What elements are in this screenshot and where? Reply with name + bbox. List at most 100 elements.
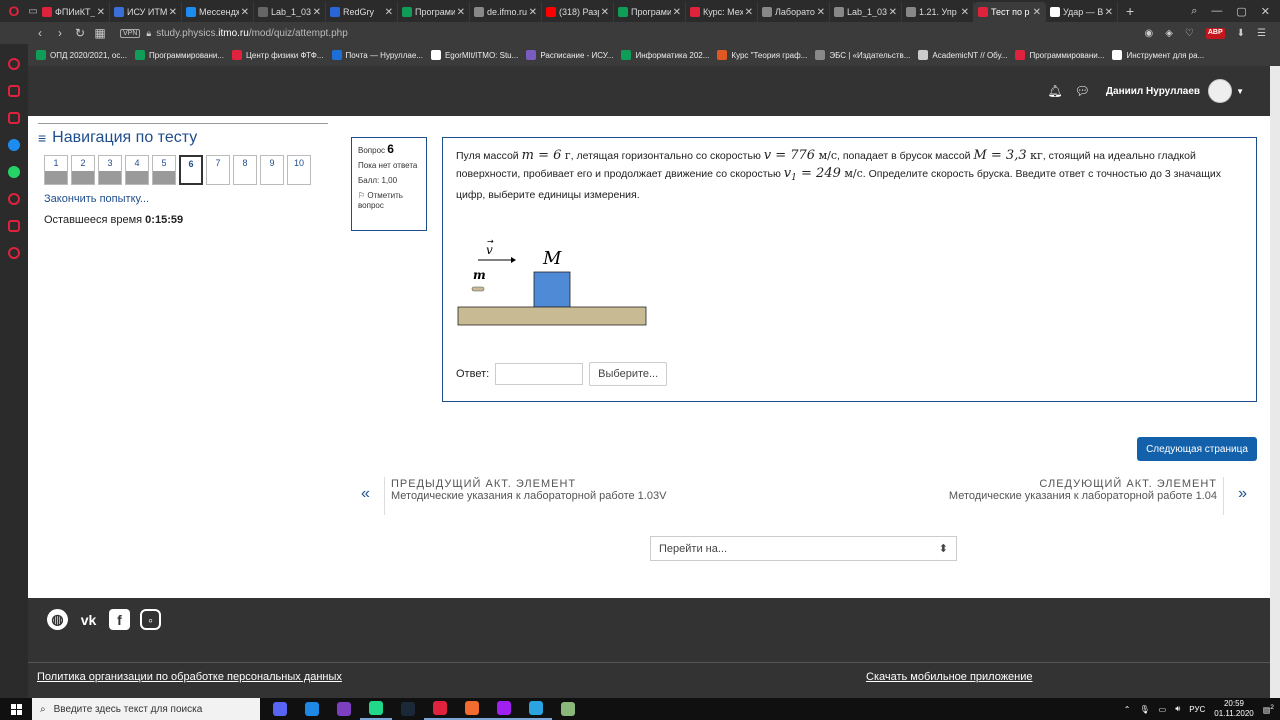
browser-tab[interactable]: de.ifmo.ru ✕ bbox=[470, 2, 542, 22]
bookmark-item[interactable]: Программировани... bbox=[135, 50, 224, 60]
tool-taskbar-button[interactable] bbox=[552, 698, 584, 720]
maximize-icon[interactable]: ▢ bbox=[1236, 5, 1246, 18]
chat-icon[interactable]: 💬︎ bbox=[1075, 84, 1090, 98]
bookmark-item[interactable]: Информатика 202... bbox=[621, 50, 709, 60]
forward-icon[interactable]: › bbox=[50, 26, 70, 40]
question-button[interactable]: 7 bbox=[206, 155, 230, 185]
bookmark-item[interactable]: ЭБС | «Издательств... bbox=[815, 50, 910, 60]
browser-tab[interactable]: 1.21. Упр ✕ bbox=[902, 2, 974, 22]
bookmark-item[interactable]: Расписание - ИСУ... bbox=[526, 50, 613, 60]
messenger-icon[interactable] bbox=[8, 139, 20, 151]
page-scrollbar[interactable] bbox=[1270, 66, 1280, 698]
question-button[interactable]: 3 bbox=[98, 155, 122, 185]
browser-tab[interactable]: Програми ✕ bbox=[614, 2, 686, 22]
minimize-icon[interactable]: — bbox=[1211, 5, 1222, 18]
bell-icon[interactable]: 🔔︎ bbox=[1047, 84, 1062, 98]
close-window-icon[interactable]: ✕ bbox=[1261, 5, 1270, 18]
discord-taskbar-button[interactable] bbox=[264, 698, 296, 720]
answer-input[interactable] bbox=[495, 363, 584, 385]
bookmark-item[interactable]: Курс "Теория граф... bbox=[717, 50, 807, 60]
vscode-taskbar-button[interactable] bbox=[296, 698, 328, 720]
question-button[interactable]: 9 bbox=[260, 155, 284, 185]
bookmark-item[interactable]: Инструмент для ра... bbox=[1112, 50, 1204, 60]
tab-close-icon[interactable]: ✕ bbox=[1105, 7, 1113, 18]
tab-close-icon[interactable]: ✕ bbox=[961, 7, 969, 18]
flag-question-link[interactable]: ⚐ Отметить вопрос bbox=[358, 191, 420, 211]
next-activity[interactable]: СЛЕДУЮЩИЙ АКТ. ЭЛЕМЕНТ Методические указ… bbox=[949, 478, 1217, 502]
vpn-badge[interactable]: VPN bbox=[120, 28, 141, 38]
chevron-down-icon[interactable]: ▼ bbox=[1236, 87, 1244, 96]
bookmark-item[interactable]: ОПД 2020/2021, ос... bbox=[36, 50, 127, 60]
browser-tab[interactable]: Мессендж ✕ bbox=[182, 2, 254, 22]
download-icon[interactable]: ⬇ bbox=[1237, 28, 1245, 39]
browser-tab[interactable]: RedGry ✕ bbox=[326, 2, 398, 22]
finish-attempt-link[interactable]: Закончить попытку... bbox=[44, 193, 328, 205]
telegram-taskbar-button[interactable] bbox=[520, 698, 552, 720]
pycharm-taskbar-button[interactable] bbox=[360, 698, 392, 720]
menu-icon[interactable]: ≡ bbox=[38, 130, 46, 146]
steam-taskbar-button[interactable] bbox=[392, 698, 424, 720]
jump-to-select[interactable]: Перейти на... ⬍ bbox=[650, 536, 957, 561]
twitch-icon[interactable] bbox=[8, 112, 20, 124]
bookmark-item[interactable]: Программировани... bbox=[1015, 50, 1104, 60]
question-button[interactable]: 8 bbox=[233, 155, 257, 185]
chevron-up-icon[interactable]: ⌃ bbox=[1124, 705, 1131, 714]
settings-icon[interactable] bbox=[8, 247, 20, 259]
bag-icon[interactable] bbox=[8, 85, 20, 97]
speed-dial-sidebar-icon[interactable] bbox=[8, 58, 20, 70]
next-activity-link[interactable]: Методические указания к лабораторной раб… bbox=[949, 490, 1217, 502]
lock-icon[interactable]: 🔒︎ bbox=[146, 28, 151, 39]
bookmark-item[interactable]: EgorMIt/ITMO: Stu... bbox=[430, 50, 518, 60]
vk-icon[interactable]: vk bbox=[78, 609, 99, 630]
question-button[interactable]: 5 bbox=[152, 155, 176, 185]
network-icon[interactable]: ▭ bbox=[1159, 705, 1167, 714]
browser-tab[interactable]: Lab_1_03V✕ bbox=[254, 2, 326, 22]
browser-tab[interactable]: Удар — В ✕ bbox=[1046, 2, 1118, 22]
wallet-icon[interactable]: ◈ bbox=[1165, 28, 1173, 39]
tab-close-icon[interactable]: ✕ bbox=[529, 7, 537, 18]
history-icon[interactable] bbox=[8, 193, 20, 205]
taskbar-search[interactable]: ⌕ Введите здесь текст для поиска bbox=[32, 698, 260, 720]
tab-close-icon[interactable]: ✕ bbox=[241, 7, 249, 18]
camera-icon[interactable]: ◉ bbox=[1144, 28, 1153, 39]
avatar[interactable] bbox=[1208, 79, 1233, 103]
back-icon[interactable]: ‹ bbox=[30, 26, 50, 40]
double-chevron-left-icon[interactable]: « bbox=[361, 485, 370, 503]
browser-tab[interactable]: Lab_1_03V✕ bbox=[830, 2, 902, 22]
browser-tab[interactable]: (318) Разр ✕ bbox=[542, 2, 614, 22]
volume-icon[interactable]: 🔊︎ bbox=[1175, 704, 1180, 714]
visual-studio-taskbar-button[interactable] bbox=[328, 698, 360, 720]
browser-tab[interactable]: ФПИиКТ_ ✕ bbox=[38, 2, 110, 22]
tab-close-icon[interactable]: ✕ bbox=[601, 7, 609, 18]
opera-menu-icon[interactable]: O bbox=[0, 0, 28, 22]
whatsapp-icon[interactable] bbox=[8, 166, 20, 178]
question-button[interactable]: 2 bbox=[71, 155, 95, 185]
speed-dial-icon[interactable]: ▦ bbox=[90, 26, 110, 40]
tab-close-icon[interactable]: ✕ bbox=[889, 7, 897, 18]
tab-close-icon[interactable]: ✕ bbox=[385, 7, 393, 18]
privacy-policy-link[interactable]: Политика организации по обработке персон… bbox=[37, 671, 342, 683]
opera-taskbar-button[interactable] bbox=[424, 698, 456, 720]
adblock-icon[interactable]: ABP bbox=[1205, 27, 1225, 39]
browser-tab[interactable]: Курс: Мех ✕ bbox=[686, 2, 758, 22]
unit-select[interactable]: Выберите... bbox=[589, 362, 668, 386]
tab-close-icon[interactable]: ✕ bbox=[97, 7, 105, 18]
language-indicator[interactable]: РУС bbox=[1189, 705, 1205, 714]
facebook-icon[interactable]: f bbox=[109, 609, 130, 630]
tab-close-icon[interactable]: ✕ bbox=[169, 7, 177, 18]
tab-close-icon[interactable]: ✕ bbox=[457, 7, 465, 18]
rider-taskbar-button[interactable] bbox=[488, 698, 520, 720]
tab-close-icon[interactable]: ✕ bbox=[1033, 7, 1041, 18]
tab-close-icon[interactable]: ✕ bbox=[817, 7, 825, 18]
double-chevron-right-icon[interactable]: » bbox=[1238, 485, 1247, 503]
url-field[interactable]: study.physics.itmo.ru/mod/quiz/attempt.p… bbox=[156, 28, 348, 39]
user-name[interactable]: Даниил Нуруллаев bbox=[1106, 86, 1200, 97]
browser-tab[interactable]: Програми ✕ bbox=[398, 2, 470, 22]
browser-tab[interactable]: Лаборато ✕ bbox=[758, 2, 830, 22]
new-tab-icon[interactable]: + bbox=[1118, 3, 1142, 19]
bookmark-item[interactable]: Центр физики ФТФ... bbox=[232, 50, 324, 60]
mobile-app-link[interactable]: Скачать мобильное приложение bbox=[866, 671, 1033, 683]
prev-activity[interactable]: ПРЕДЫДУЩИЙ АКТ. ЭЛЕМЕНТ Методические ука… bbox=[391, 478, 666, 502]
tab-close-icon[interactable]: ✕ bbox=[673, 7, 681, 18]
notifications-icon[interactable]: ▤2 bbox=[1263, 704, 1274, 715]
